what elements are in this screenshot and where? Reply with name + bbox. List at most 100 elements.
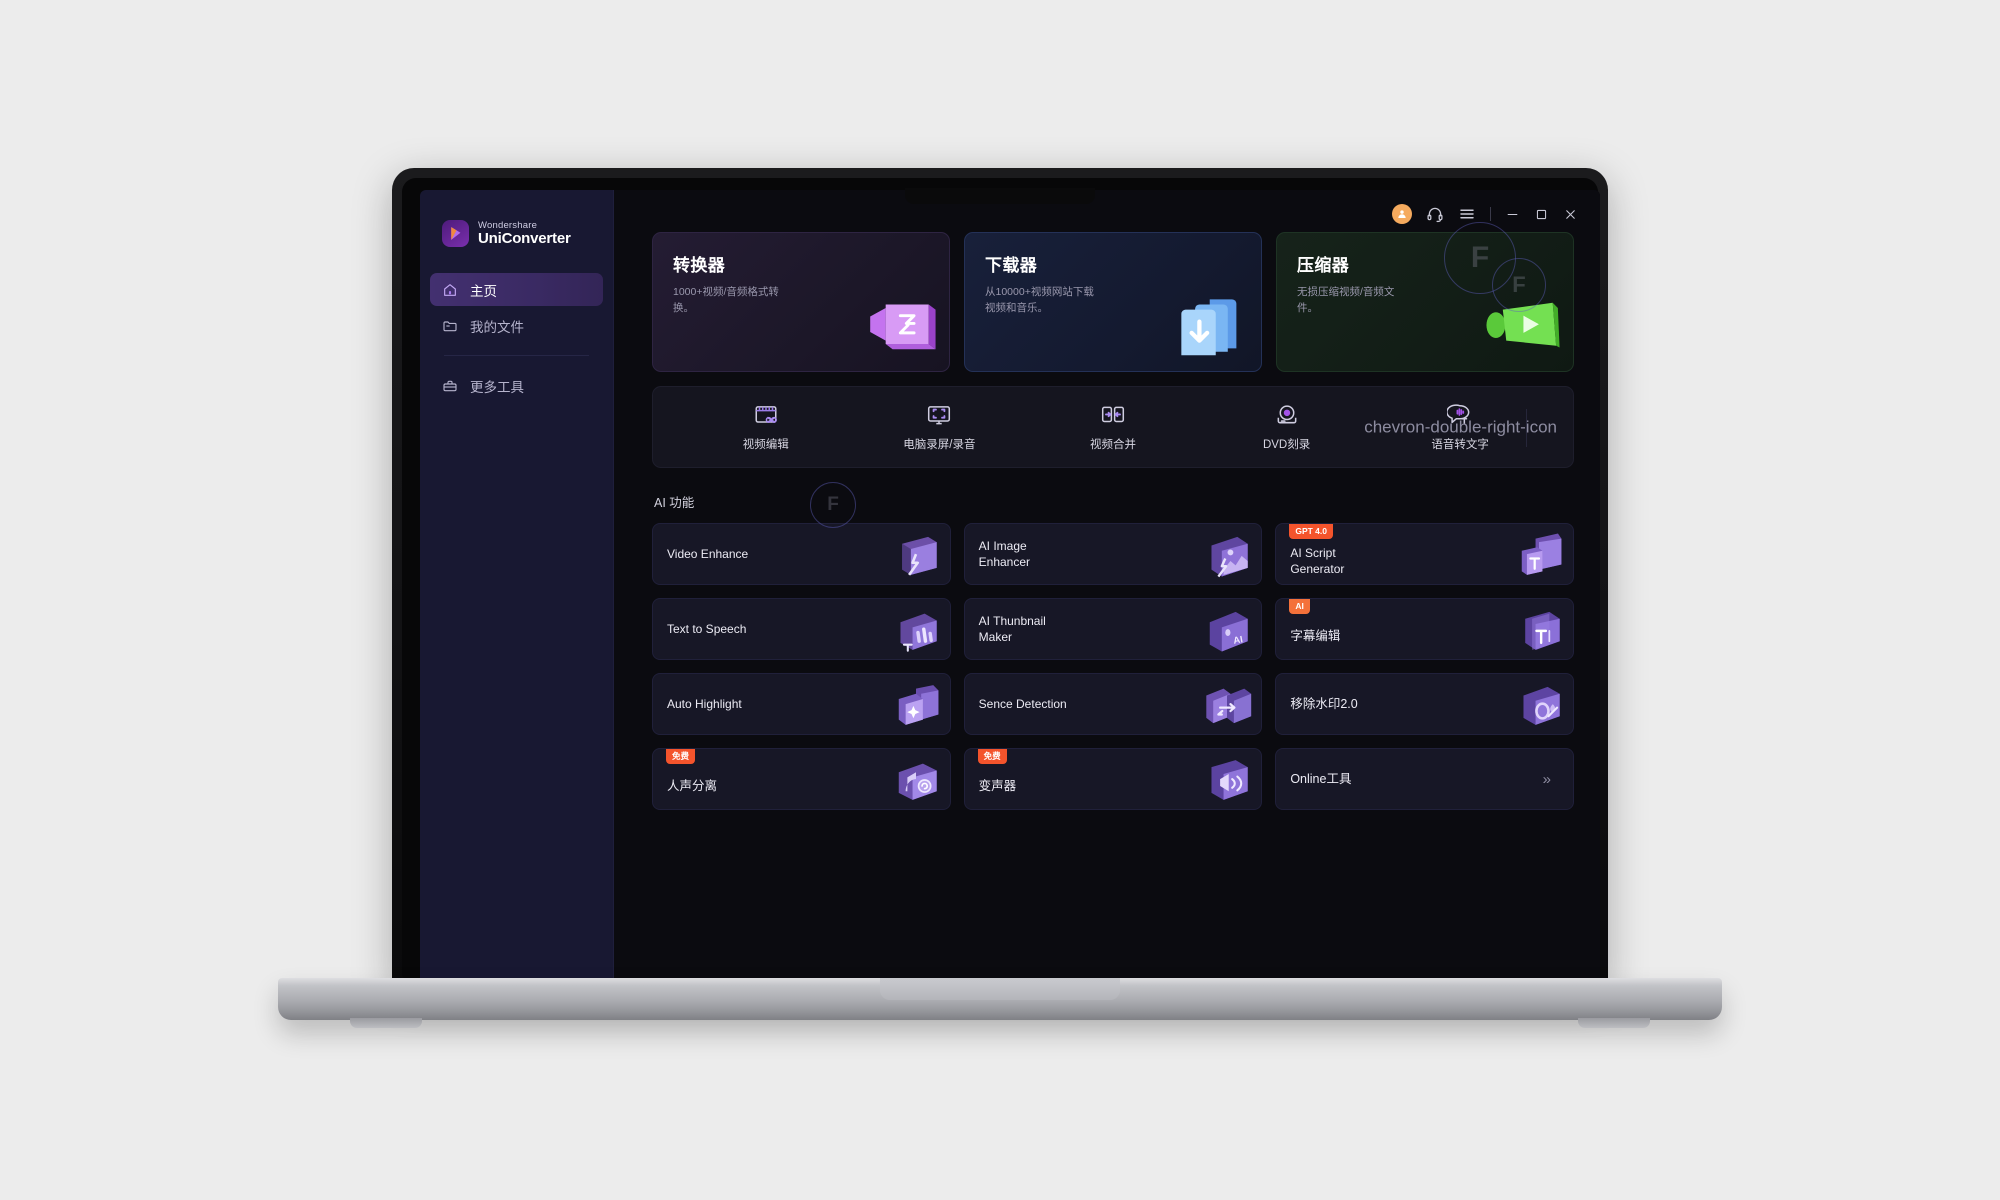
ai-card-label: 字幕编辑 [1290, 628, 1341, 643]
uniconverter-app-window: Wondershare UniConverter 主页 我的文件 更多工具 F … [420, 190, 1600, 978]
ai-card-label: Video Enhance [667, 546, 749, 561]
text-to-speech-icon [890, 605, 942, 655]
ai-card-label: 变声器 [978, 778, 1017, 793]
badge-free: 免费 [666, 749, 696, 764]
tool-video-edit[interactable]: 视频编辑 [679, 402, 853, 452]
ai-card-auto-highlight[interactable]: Auto Highlight [652, 673, 951, 735]
laptop-base-notch [880, 978, 1120, 1000]
card-description: 从10000+视频网站下载视频和音乐。 [985, 286, 1094, 315]
feature-card-downloader[interactable]: 下载器 从10000+视频网站下载视频和音乐。 [964, 232, 1262, 372]
ai-tools-grid: Video Enhance AI Image Enhancer GPT 4.0 … [652, 523, 1574, 810]
laptop-screen: Wondershare UniConverter 主页 我的文件 更多工具 F … [420, 190, 1600, 978]
script-generator-icon [1513, 530, 1565, 580]
image-enhance-icon [1201, 530, 1253, 580]
toolbox-icon [443, 380, 457, 391]
hamburger-menu-icon[interactable] [1458, 205, 1476, 223]
laptop-foot-left [350, 1018, 422, 1028]
brand-product: UniConverter [478, 229, 571, 247]
sidebar-item-label: 我的文件 [470, 319, 524, 335]
sidebar-item-home[interactable]: 主页 [430, 273, 603, 306]
ai-card-remove-watermark[interactable]: 移除水印2.0 [1275, 673, 1574, 735]
svg-text:AI: AI [1233, 634, 1244, 646]
sidebar: Wondershare UniConverter 主页 我的文件 更多工具 [420, 190, 614, 978]
ai-card-label: Online工具 [1290, 771, 1352, 786]
tool-label: 电脑录屏/录音 [903, 439, 976, 451]
dvd-burn-icon [1277, 405, 1297, 424]
badge-gpt: GPT 4.0 [1289, 524, 1333, 539]
folder-icon [443, 320, 457, 331]
app-brand: Wondershare UniConverter [420, 220, 613, 247]
video-edit-icon [755, 406, 777, 424]
compressor-icon [1477, 287, 1563, 365]
uniconverter-play-logo-icon [442, 220, 469, 247]
ai-card-label: 移除水印2.0 [1290, 696, 1358, 711]
badge-free: 免费 [977, 749, 1007, 764]
tool-screen-record[interactable]: 电脑录屏/录音 [853, 402, 1027, 452]
ai-section-heading: AI 功能 [654, 496, 695, 510]
feature-card-converter[interactable]: 转换器 1000+视频/音频格式转换。 [652, 232, 950, 372]
vocal-remover-icon [890, 755, 942, 805]
laptop-base [278, 978, 1722, 1028]
chevron-double-right-icon[interactable]: » [1543, 772, 1551, 787]
laptop-lid: Wondershare UniConverter 主页 我的文件 更多工具 F … [392, 168, 1608, 988]
feature-cards: 转换器 1000+视频/音频格式转换。 下载器 从10000+视频网站下载视频和… [652, 232, 1574, 372]
tool-label: 语音转文字 [1431, 439, 1489, 451]
main-content: F F F 转换器 1000+视频/音频格式转换。 下载器 从10000+视频网… [614, 190, 1600, 978]
card-description: 无损压缩视频/音频文件。 [1297, 286, 1395, 315]
sidebar-item-label: 更多工具 [470, 379, 524, 395]
converter-icon [853, 287, 939, 365]
minimize-icon[interactable] [1505, 207, 1520, 222]
headset-icon[interactable] [1426, 205, 1444, 223]
card-title: 下载器 [985, 256, 1038, 275]
ai-card-scene-detection[interactable]: Sence Detection [963, 673, 1263, 735]
ai-card-label: Auto Highlight [667, 696, 742, 711]
downloader-icon [1165, 287, 1251, 365]
video-merge-icon [1101, 406, 1125, 423]
voice-changer-icon [1201, 755, 1253, 805]
ai-card-label: AI Thunbnail Maker [978, 613, 1046, 644]
sidebar-nav: 主页 我的文件 更多工具 [420, 273, 613, 405]
home-icon [444, 283, 456, 296]
user-avatar-icon[interactable] [1392, 204, 1412, 224]
sidebar-item-more-tools[interactable]: 更多工具 [430, 369, 603, 402]
thumbnail-maker-icon: AI [1201, 605, 1253, 655]
card-title: 压缩器 [1297, 256, 1350, 275]
maximize-icon[interactable] [1534, 207, 1549, 222]
subtitle-edit-icon [1513, 605, 1565, 655]
close-icon[interactable] [1563, 207, 1578, 222]
ai-card-label: AI Script Generator [1290, 545, 1345, 576]
card-title: 转换器 [673, 256, 726, 275]
tool-video-merge[interactable]: 视频合并 [1026, 402, 1200, 452]
ai-card-vocal-remover[interactable]: 免费 人声分离 [652, 748, 951, 810]
badge-ai: AI [1289, 599, 1310, 614]
screen-record-icon [928, 406, 951, 425]
sidebar-item-label: 主页 [470, 283, 497, 299]
ai-card-label: Text to Speech [667, 621, 747, 636]
auto-highlight-icon [890, 680, 942, 730]
sidebar-item-my-files[interactable]: 我的文件 [430, 309, 603, 342]
chevron-double-right-icon[interactable]: chevron-double-right-icon [1364, 419, 1557, 436]
ai-card-script-generator[interactable]: GPT 4.0 AI Script Generator [1275, 523, 1574, 585]
remove-watermark-icon [1513, 680, 1565, 730]
scene-detection-icon [1201, 680, 1253, 730]
ai-card-label: 人声分离 [667, 778, 718, 793]
tool-label: DVD刻录 [1262, 439, 1311, 451]
ai-card-text-to-speech[interactable]: Text to Speech [652, 598, 951, 660]
ai-card-thumbnail-maker[interactable]: AI Thunbnail Maker AI [963, 598, 1263, 660]
tool-dvd-burn[interactable]: DVD刻录 [1200, 402, 1374, 452]
sidebar-divider [444, 355, 589, 356]
ai-card-image-enhancer[interactable]: AI Image Enhancer [963, 523, 1263, 585]
card-description: 1000+视频/音频格式转换。 [673, 286, 779, 315]
tool-label: 视频编辑 [742, 439, 789, 451]
ai-card-label: Sence Detection [978, 696, 1067, 711]
ai-card-label: AI Image Enhancer [978, 538, 1031, 569]
ai-card-online-tools[interactable]: Online工具 » [1275, 748, 1574, 810]
ai-card-voice-changer[interactable]: 免费 变声器 [963, 748, 1263, 810]
laptop-foot-right [1578, 1018, 1650, 1028]
quick-tools-strip: 视频编辑 电脑录屏/录音 视频合并 DVD刻录 语音转文字 chevron-do… [652, 386, 1574, 468]
titlebar-divider [1490, 207, 1491, 221]
ai-card-video-enhance[interactable]: Video Enhance [652, 523, 951, 585]
ai-card-subtitle-edit[interactable]: AI 字幕编辑 [1275, 598, 1574, 660]
window-titlebar [1392, 204, 1578, 224]
feature-card-compressor[interactable]: 压缩器 无损压缩视频/音频文件。 [1276, 232, 1574, 372]
